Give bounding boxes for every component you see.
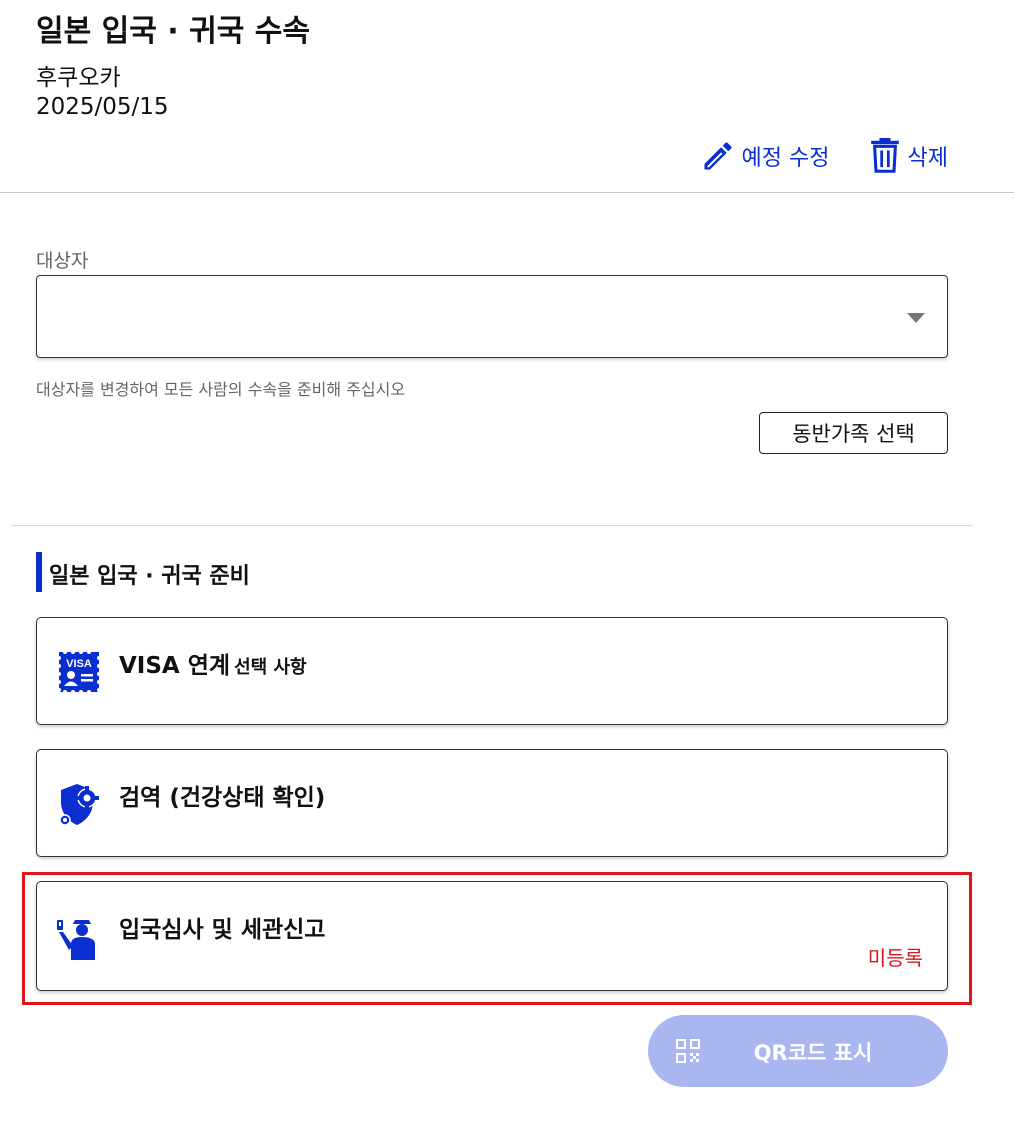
trip-date: 2025/05/15 <box>36 94 169 120</box>
section-title: 일본 입국 · 귀국 준비 <box>49 564 250 589</box>
immigration-customs-card[interactable]: 입국심사 및 세관신고 미등록 <box>36 881 948 991</box>
trash-icon <box>870 138 899 173</box>
target-label: 대상자 <box>36 250 89 272</box>
quarantine-card-title: 검역 (건강상태 확인) <box>119 785 326 811</box>
edit-schedule-button[interactable]: 예정 수정 <box>700 138 830 174</box>
edit-schedule-label: 예정 수정 <box>741 146 830 171</box>
target-helper-text: 대상자를 변경하여 모든 사람의 수속을 준비해 주십시오 <box>36 380 406 399</box>
page-title: 일본 입국 · 귀국 수속 <box>36 14 310 49</box>
visa-card-title-text: VISA 연계 <box>119 653 231 679</box>
health-shield-icon <box>59 784 99 826</box>
visa-card-title: VISA 연계 선택 사항 <box>119 646 307 680</box>
select-family-button[interactable]: 동반가족 선택 <box>759 412 948 454</box>
target-select[interactable] <box>36 275 948 358</box>
quarantine-card[interactable]: 검역 (건강상태 확인) <box>36 749 948 857</box>
destination-text: 후쿠오카 <box>36 65 121 91</box>
immigration-card-title: 입국심사 및 세관신고 <box>119 917 326 943</box>
caret-down-icon <box>907 313 925 323</box>
section-accent-bar <box>36 552 42 592</box>
pencil-icon <box>704 142 732 170</box>
header-actions: 예정 수정 삭제 <box>700 138 948 174</box>
delete-label: 삭제 <box>907 146 948 171</box>
visa-link-card[interactable]: VISA VISA 연계 선택 사항 <box>36 617 948 725</box>
status-badge: 미등록 <box>867 946 923 970</box>
visa-icon: VISA <box>57 650 101 694</box>
show-qr-label: QR코드 표시 <box>753 1041 873 1065</box>
show-qr-button[interactable]: QR코드 표시 <box>648 1015 948 1087</box>
visa-card-optional: 선택 사항 <box>234 657 307 678</box>
section-divider <box>12 525 972 526</box>
svg-text:VISA: VISA <box>66 658 92 670</box>
delete-button[interactable]: 삭제 <box>868 138 948 174</box>
immigration-officer-icon <box>57 920 95 960</box>
header-divider <box>0 192 1014 193</box>
